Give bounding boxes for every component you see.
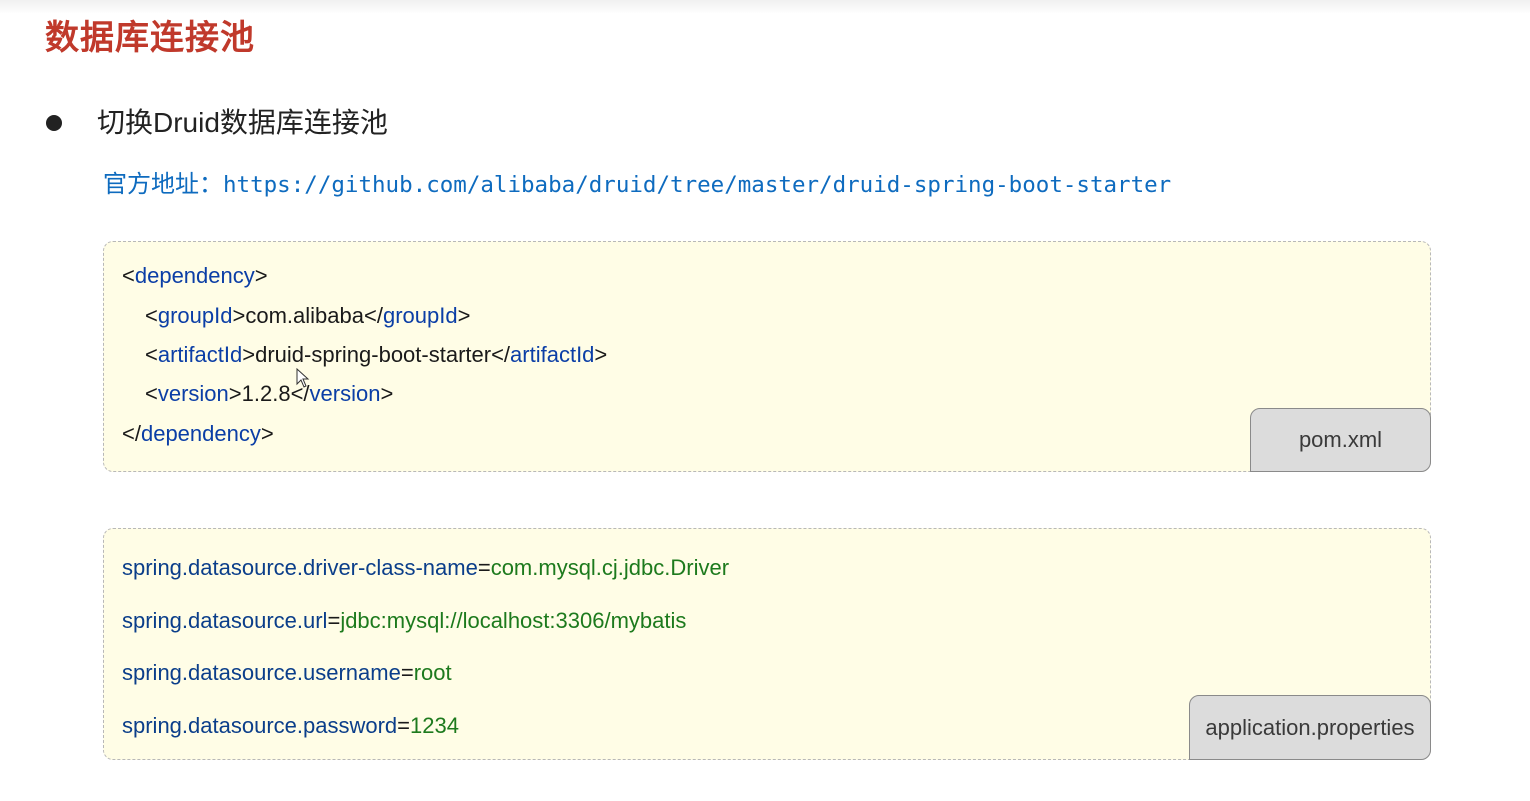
properties-filename-tab: application.properties <box>1189 695 1431 760</box>
code-line-dependency-open: <dependency> <box>122 263 268 288</box>
property-key: spring.datasource.driver-class-name <box>122 555 478 580</box>
official-address: 官方地址：https://github.com/alibaba/druid/tr… <box>103 168 1171 205</box>
code-line-groupid: <groupId>com.alibaba</groupId> <box>145 303 471 328</box>
official-address-link[interactable]: https://github.com/alibaba/druid/tree/ma… <box>223 172 1171 198</box>
bullet-text: 切换Druid数据库连接池 <box>97 107 388 138</box>
code-line-artifactid: <artifactId>druid-spring-boot-starter</a… <box>145 342 608 367</box>
property-line: spring.datasource.url=jdbc:mysql://local… <box>122 608 687 633</box>
properties-code-block: spring.datasource.driver-class-name=com.… <box>103 528 1431 760</box>
bullet-dot-icon <box>46 115 62 131</box>
property-value: com.mysql.cj.jdbc.Driver <box>490 555 730 580</box>
xml-value: com.alibaba <box>245 303 364 328</box>
property-value: root <box>413 660 452 685</box>
property-line: spring.datasource.driver-class-name=com.… <box>122 555 730 580</box>
code-line-dependency-close: </dependency> <box>122 421 274 446</box>
xml-value: druid-spring-boot-starter <box>255 342 492 367</box>
property-value: jdbc:mysql://localhost:3306/mybatis <box>340 608 687 633</box>
top-shadow <box>0 0 1530 14</box>
property-line: spring.datasource.username=root <box>122 660 452 685</box>
property-key: spring.datasource.url <box>122 608 328 633</box>
xml-value: 1.2.8 <box>241 381 291 406</box>
mouse-cursor-icon <box>296 368 310 388</box>
property-key: spring.datasource.password <box>122 713 398 738</box>
xml-tag: groupId <box>382 303 458 328</box>
property-key: spring.datasource.username <box>122 660 401 685</box>
xml-tag: artifactId <box>510 342 595 367</box>
xml-tag: artifactId <box>157 342 243 367</box>
xml-tag: version <box>157 381 229 406</box>
pom-code-block: <dependency> <groupId>com.alibaba</group… <box>103 241 1431 472</box>
property-value: 1234 <box>410 713 459 738</box>
property-line: spring.datasource.password=1234 <box>122 713 459 738</box>
xml-tag: dependency <box>134 263 255 288</box>
page-title: 数据库连接池 <box>45 19 255 57</box>
official-address-label: 官方地址： <box>103 171 223 198</box>
pom-filename-tab: pom.xml <box>1250 408 1431 472</box>
xml-tag: dependency <box>140 421 261 446</box>
xml-tag: groupId <box>157 303 233 328</box>
xml-tag: version <box>309 381 381 406</box>
code-line-version: <version>1.2.8</version> <box>145 381 394 406</box>
